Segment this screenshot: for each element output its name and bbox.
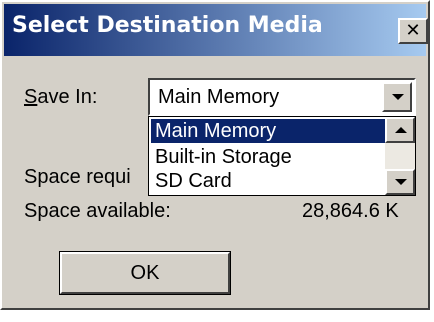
scroll-down-button[interactable]	[385, 169, 415, 195]
dropdown-option-built-in-storage[interactable]: Built-in Storage	[151, 145, 385, 169]
save-in-combobox[interactable]: Main Memory	[148, 78, 416, 116]
dropdown-option-sd-card[interactable]: SD Card	[151, 169, 385, 193]
space-required-label: Space requi	[24, 166, 131, 188]
save-in-label: Save In:	[24, 86, 98, 108]
select-destination-dialog: Select Destination Media ✕ Save In: Main…	[0, 0, 430, 310]
space-available-value: 28,864.6 K	[302, 200, 399, 222]
save-in-value: Main Memory	[158, 86, 280, 108]
close-button[interactable]: ✕	[398, 18, 428, 44]
title-bar[interactable]: Select Destination Media ✕	[4, 4, 428, 56]
arrow-down-icon	[395, 179, 407, 185]
chevron-down-icon	[392, 94, 404, 100]
arrow-up-icon	[395, 127, 407, 133]
dropdown-scrollbar[interactable]	[385, 117, 415, 195]
ok-button[interactable]: OK	[59, 251, 231, 295]
save-in-dropdown-button[interactable]	[382, 82, 412, 112]
dropdown-option-main-memory[interactable]: Main Memory	[151, 119, 385, 143]
dialog-title: Select Destination Media	[12, 13, 323, 38]
close-icon: ✕	[405, 20, 421, 41]
scroll-up-button[interactable]	[385, 117, 415, 143]
space-available-label: Space available:	[24, 200, 171, 222]
save-in-dropdown-list: Main Memory Built-in Storage SD Card	[148, 116, 416, 196]
